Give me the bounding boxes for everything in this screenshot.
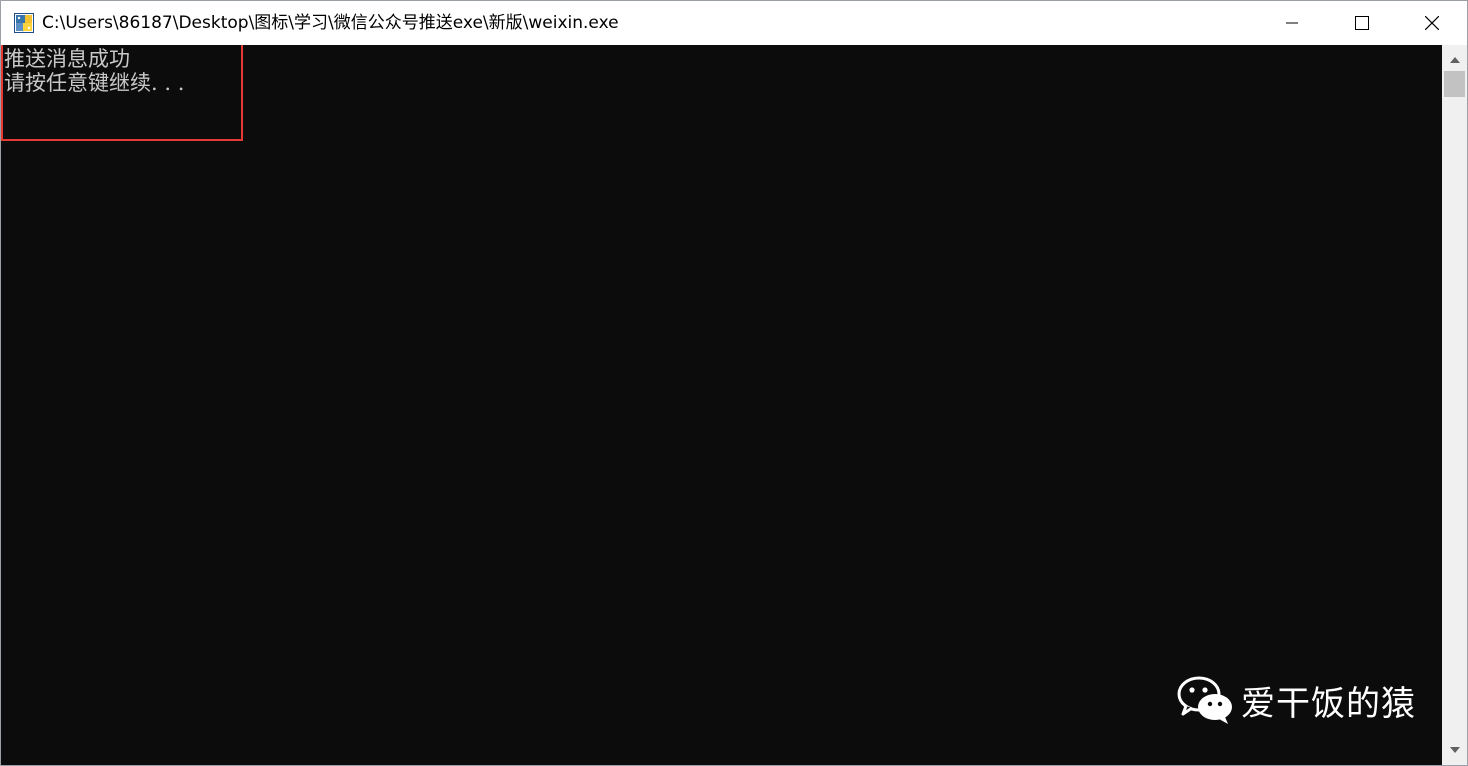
close-button[interactable]: [1397, 1, 1467, 45]
title-bar[interactable]: C:\Users\86187\Desktop\图标\学习\微信公众号推送exe\…: [1, 1, 1467, 45]
python-app-icon: [13, 12, 35, 34]
console-line: 请按任意键继续. . .: [4, 71, 185, 95]
scroll-up-button[interactable]: [1442, 49, 1467, 71]
window-title: C:\Users\86187\Desktop\图标\学习\微信公众号推送exe\…: [42, 13, 619, 33]
console-window: C:\Users\86187\Desktop\图标\学习\微信公众号推送exe\…: [0, 0, 1468, 766]
maximize-button[interactable]: [1327, 1, 1397, 45]
scroll-down-arrow-icon: [1449, 747, 1460, 753]
watermark-text: 爱干饭的猿: [1241, 683, 1416, 724]
minimize-button[interactable]: [1257, 1, 1327, 45]
scroll-thumb[interactable]: [1444, 71, 1465, 97]
vertical-scrollbar[interactable]: [1442, 45, 1467, 765]
scroll-up-arrow-icon: [1449, 57, 1460, 63]
console-line: 推送消息成功: [4, 47, 130, 71]
watermark: 爱干饭的猿: [1177, 673, 1416, 727]
maximize-icon: [1355, 16, 1369, 30]
scroll-down-button[interactable]: [1442, 739, 1467, 761]
close-icon: [1425, 16, 1439, 30]
minimize-icon: [1286, 22, 1298, 24]
wechat-logo-icon: [1177, 676, 1232, 724]
console-output[interactable]: 推送消息成功 请按任意键继续. . .: [1, 45, 1442, 765]
